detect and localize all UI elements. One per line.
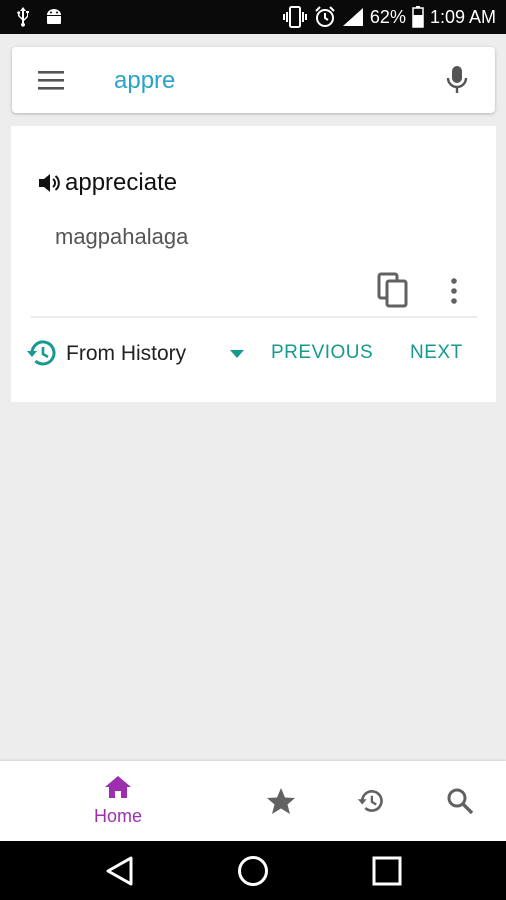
- nav-search[interactable]: [446, 787, 474, 820]
- history-source-select[interactable]: From History: [66, 334, 186, 374]
- copy-icon[interactable]: [377, 272, 409, 308]
- mic-icon[interactable]: [442, 64, 472, 96]
- status-bar: 62% 1:09 AM: [0, 0, 506, 34]
- menu-icon[interactable]: [36, 68, 66, 92]
- history-navigation: From History PREVIOUS NEXT: [26, 334, 486, 374]
- result-card: appreciate magpahalaga From History PREV…: [11, 126, 496, 402]
- result-word: appreciate: [65, 169, 178, 196]
- vibrate-icon: [282, 6, 307, 28]
- speaker-icon[interactable]: [37, 172, 61, 194]
- alarm-icon: [315, 6, 335, 27]
- recents-icon[interactable]: [371, 855, 403, 887]
- dropdown-arrow-icon[interactable]: [230, 350, 244, 358]
- nav-home-label: Home: [93, 806, 142, 826]
- history-source-label: From History: [66, 342, 187, 365]
- next-button[interactable]: NEXT: [410, 342, 463, 364]
- android-icon: [47, 9, 61, 24]
- search-input[interactable]: [112, 63, 416, 99]
- star-icon: [267, 788, 295, 814]
- system-navigation-bar: [0, 841, 506, 900]
- home-icon: [105, 776, 131, 798]
- signal-icon: [342, 8, 363, 26]
- word-row: appreciate: [37, 169, 177, 197]
- search-bar: [12, 47, 495, 113]
- battery-percent: 62%: [369, 6, 406, 27]
- home-circle-icon[interactable]: [237, 855, 269, 887]
- nav-home[interactable]: Home: [80, 775, 156, 827]
- usb-icon: [17, 7, 29, 27]
- battery-icon: [412, 6, 424, 28]
- previous-button[interactable]: PREVIOUS: [271, 342, 373, 364]
- divider: [31, 316, 477, 318]
- nav-favorites[interactable]: [266, 787, 296, 820]
- history-icon: [357, 790, 383, 812]
- more-vert-icon[interactable]: [445, 276, 463, 306]
- search-icon: [447, 788, 474, 815]
- bottom-navigation: Home: [0, 761, 506, 841]
- nav-history[interactable]: [356, 787, 386, 820]
- result-translation: magpahalaga: [55, 224, 189, 249]
- clock: 1:09 AM: [429, 6, 496, 27]
- back-icon[interactable]: [104, 855, 136, 887]
- history-icon: [27, 340, 56, 366]
